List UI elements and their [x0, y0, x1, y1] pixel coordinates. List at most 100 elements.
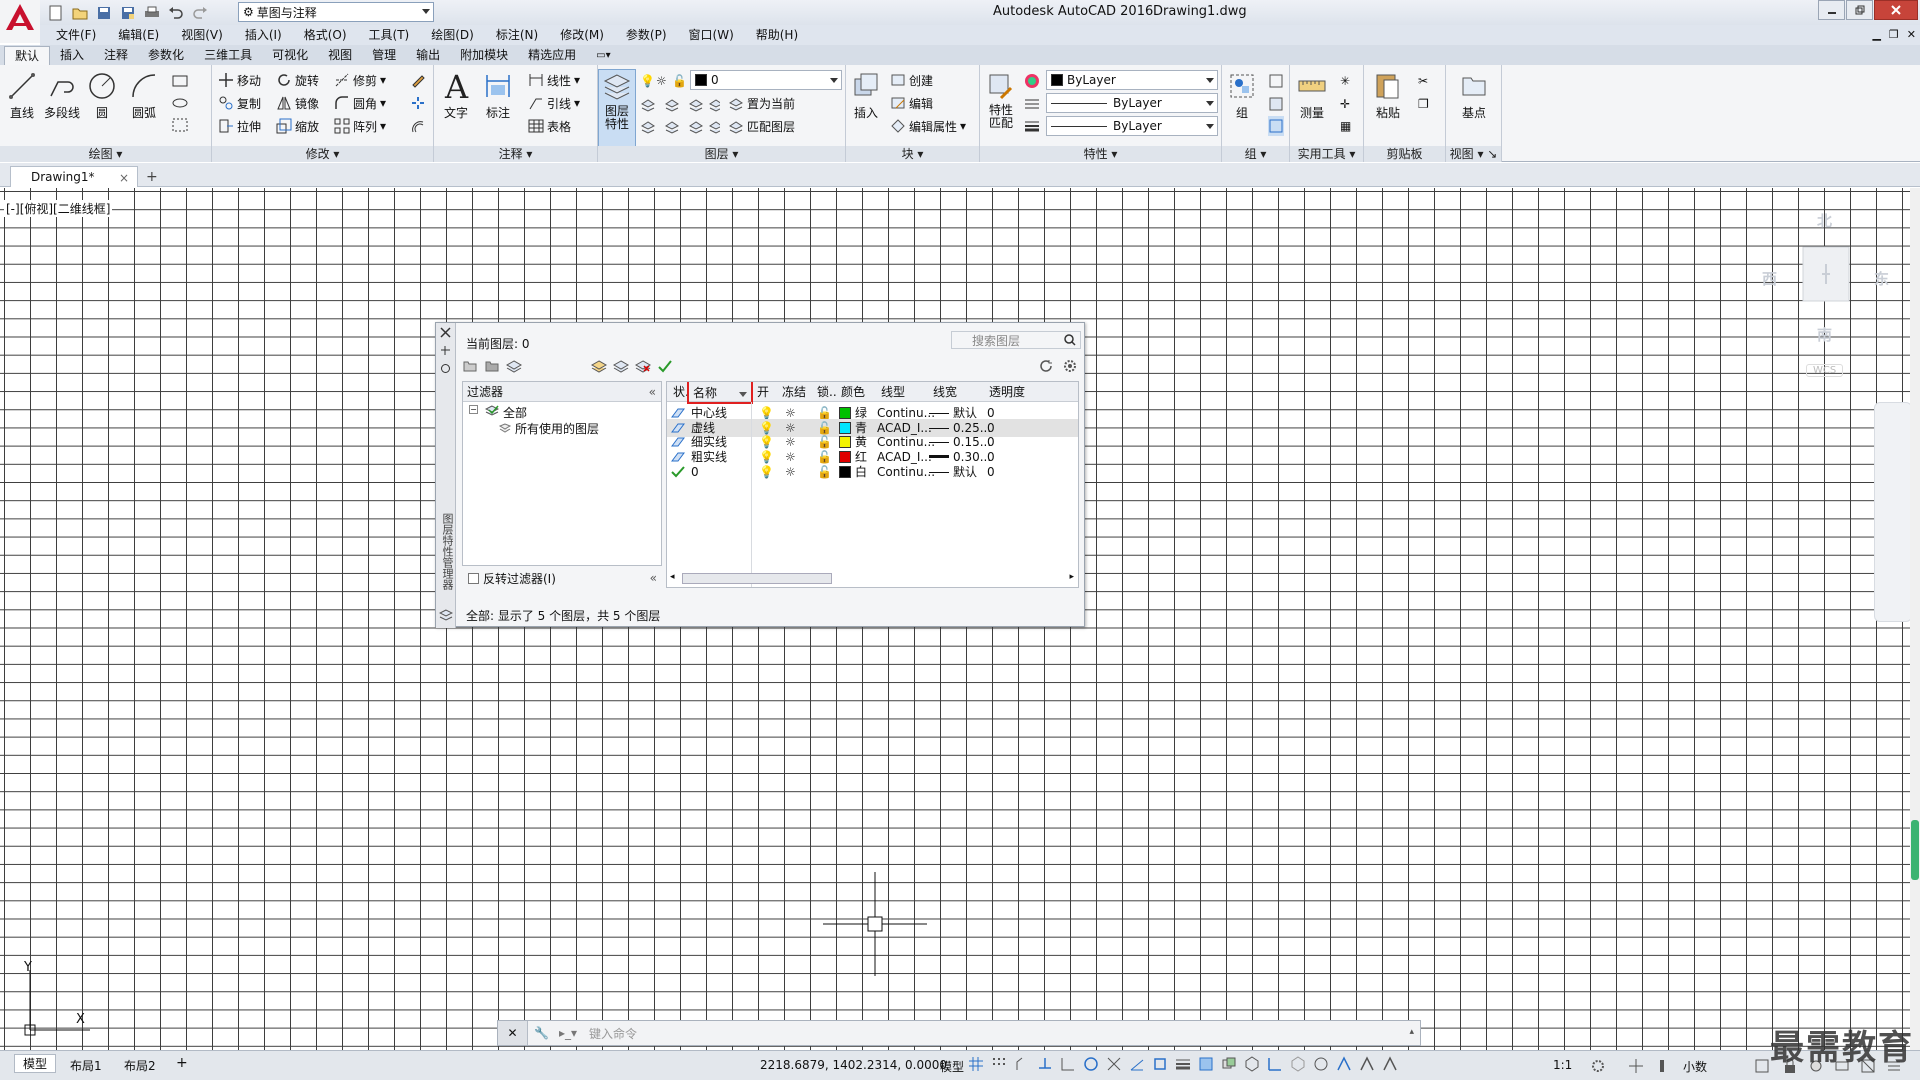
color-wheel-icon[interactable] — [1024, 71, 1040, 91]
circle-button[interactable]: 圆 — [84, 69, 120, 121]
col-transparency[interactable]: 透明度 — [989, 382, 1025, 402]
paste-button[interactable]: 粘贴 — [1370, 69, 1406, 121]
layer-states-manager-icon[interactable] — [506, 358, 522, 374]
layer-name[interactable]: 0 — [691, 463, 699, 481]
copy-button[interactable]: 复制 — [218, 93, 261, 113]
col-name-highlight[interactable]: 名称 — [687, 382, 753, 404]
transparency-icon[interactable] — [1198, 1056, 1214, 1072]
trim-button[interactable]: 修剪 ▾ — [334, 70, 386, 90]
panel-title-properties[interactable]: 特性 ▾ — [980, 146, 1221, 162]
doc-restore-icon[interactable]: ❐ — [1889, 28, 1899, 41]
group-edit-icon[interactable] — [1268, 94, 1284, 114]
auto-scale-icon[interactable] — [1359, 1056, 1375, 1072]
set-current-button[interactable]: 置为当前 — [728, 93, 795, 113]
menu-tools[interactable]: 工具(T) — [358, 25, 421, 45]
object-snap-icon[interactable] — [1152, 1056, 1168, 1072]
polar-icon[interactable] — [1083, 1056, 1099, 1072]
gizmo-icon[interactable] — [1313, 1056, 1329, 1072]
redo-icon[interactable] — [190, 3, 210, 23]
panel-title-utilities[interactable]: 实用工具 ▾ — [1290, 146, 1363, 162]
layout-tab-1[interactable]: 布局1 — [70, 1057, 102, 1074]
annotation-scale[interactable]: 1:1 — [1553, 1058, 1572, 1072]
horizontal-scrollbar[interactable]: ◂ ▸ — [668, 570, 1076, 586]
minimize-button[interactable] — [1818, 0, 1845, 20]
col-linetype[interactable]: 线型 — [881, 382, 905, 402]
point-icon[interactable]: ✛ — [1340, 94, 1350, 114]
palette-close-icon[interactable] — [440, 327, 451, 338]
hatch-icon[interactable] — [172, 115, 188, 135]
layer-properties-button[interactable]: 图层 特性 — [598, 69, 636, 147]
tab-featured-apps[interactable]: 精选应用 — [518, 46, 586, 65]
recent-commands-icon[interactable]: ▸_▾ — [555, 1026, 581, 1040]
command-input[interactable]: 键入命令 — [589, 1025, 637, 1042]
tab-insert[interactable]: 插入 — [50, 46, 94, 65]
sun-thaw-icon[interactable]: ☼ — [785, 463, 796, 481]
base-point-button[interactable]: 基点 — [1456, 69, 1492, 121]
infer-constraints-icon[interactable] — [1014, 1056, 1030, 1072]
doc-close-icon[interactable]: ✕ — [1907, 28, 1916, 41]
new-file-icon[interactable] — [46, 3, 66, 23]
panel-title-groups[interactable]: 组 ▾ — [1222, 146, 1289, 162]
table-button[interactable]: 表格 — [528, 116, 571, 136]
tab-parametric[interactable]: 参数化 — [138, 46, 194, 65]
viewport-controls[interactable]: [-][俯视][二维线框] — [4, 200, 113, 217]
ortho-icon[interactable] — [1060, 1056, 1076, 1072]
offset-icon[interactable] — [410, 116, 426, 136]
tab-visualize[interactable]: 可视化 — [262, 46, 318, 65]
lock-open-icon[interactable]: 🔓 — [672, 71, 687, 91]
units-readout[interactable]: 小数 — [1683, 1058, 1707, 1075]
coordinates-readout[interactable]: 2218.6879, 1402.2314, 0.0000 — [760, 1058, 947, 1072]
set-current-layer-icon[interactable] — [657, 358, 673, 374]
selection-filter-icon[interactable] — [1290, 1056, 1306, 1072]
menu-format[interactable]: 格式(O) — [293, 25, 358, 45]
filter-tree-used[interactable]: 所有使用的图层 — [463, 422, 661, 438]
autohide-icon[interactable] — [440, 345, 451, 356]
menu-file[interactable]: 文件(F) — [45, 25, 107, 45]
group-button[interactable]: 组 — [1224, 69, 1260, 121]
lineweight-icon[interactable] — [1024, 116, 1040, 136]
panel-title-draw[interactable]: 绘图 ▾ — [0, 146, 211, 162]
copy-clip-icon[interactable]: ❐ — [1418, 94, 1429, 114]
col-lineweight[interactable]: 线宽 — [933, 382, 957, 402]
customize-icon[interactable]: 🔧 — [528, 1026, 555, 1040]
edit-block-button[interactable]: 编辑 — [890, 93, 933, 113]
col-freeze[interactable]: 冻结 — [782, 382, 806, 402]
snap-icon[interactable] — [991, 1056, 1007, 1072]
tab-home[interactable]: 默认 — [4, 46, 51, 65]
annotation-scale-icon[interactable] — [1382, 1056, 1398, 1072]
measure-button[interactable]: 测量 — [1294, 69, 1330, 121]
checkbox-icon[interactable] — [468, 572, 479, 584]
quick-select-icon[interactable]: ✳ — [1340, 71, 1350, 91]
workspace-switch-icon[interactable] — [1590, 1058, 1606, 1074]
arc-button[interactable]: 圆弧 — [126, 69, 162, 121]
dimension-button[interactable]: 标注 — [480, 69, 516, 121]
new-tab-button[interactable]: + — [146, 169, 158, 185]
layer-lineweight[interactable]: 默认 — [929, 463, 977, 481]
layer-tool2-icon[interactable] — [640, 116, 720, 136]
fillet-button[interactable]: 圆角 ▾ — [334, 93, 386, 113]
mirror-button[interactable]: 镜像 — [276, 93, 319, 113]
text-button[interactable]: A 文字 — [438, 69, 474, 121]
close-button[interactable] — [1874, 0, 1918, 20]
linetype-icon[interactable] — [1024, 94, 1040, 114]
erase-icon[interactable] — [410, 70, 426, 90]
close-command-icon[interactable]: ✕ — [507, 1026, 517, 1040]
ellipse-icon[interactable] — [172, 93, 188, 113]
viewcube-north[interactable]: 北 — [1817, 210, 1832, 231]
rectangle-icon[interactable] — [172, 71, 188, 91]
menu-view[interactable]: 视图(V) — [170, 25, 234, 45]
layer-linetype[interactable]: Continu... — [877, 463, 935, 481]
new-layer-vp-frozen-icon[interactable] — [613, 358, 629, 374]
viewcube[interactable]: 北 南 西 东 WCS — [1750, 202, 1900, 382]
col-color[interactable]: 颜色 — [841, 382, 865, 402]
search-icon[interactable] — [1064, 334, 1076, 346]
tab-manage[interactable]: 管理 — [362, 46, 406, 65]
tab-view[interactable]: 视图 — [318, 46, 362, 65]
calculator-icon[interactable]: ▦ — [1340, 116, 1351, 136]
create-block-button[interactable]: 创建 — [890, 70, 933, 90]
new-group-filter-icon[interactable] — [484, 358, 500, 374]
delete-layer-icon[interactable] — [635, 358, 651, 374]
menu-insert[interactable]: 插入(I) — [234, 25, 293, 45]
line-button[interactable]: 直线 — [4, 69, 40, 121]
match-properties-button[interactable]: 特性 匹配 — [982, 69, 1020, 130]
